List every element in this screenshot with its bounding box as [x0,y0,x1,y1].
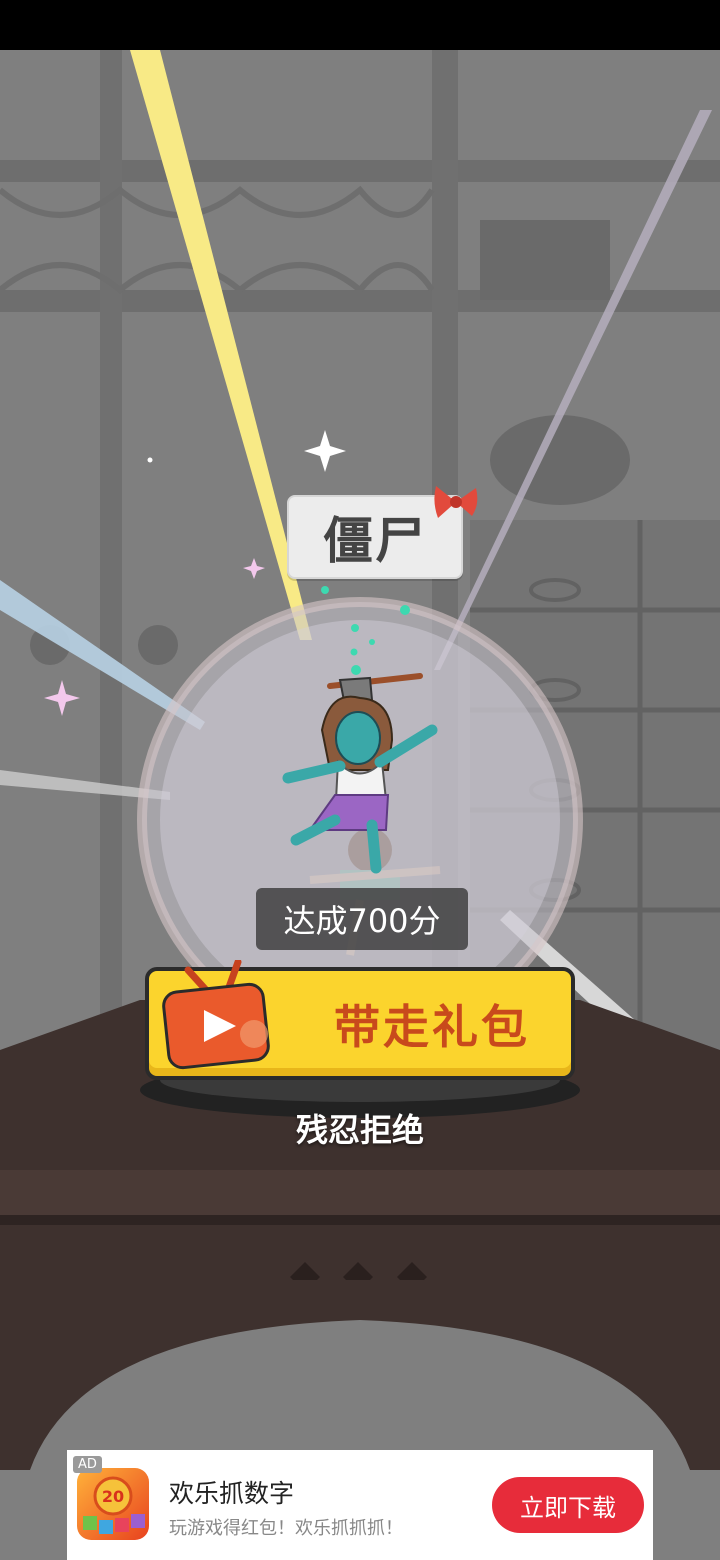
reject-button[interactable]: 残忍拒绝 [260,1105,460,1151]
download-button[interactable]: 立即下载 [492,1477,644,1533]
app-icon-number: 20 [102,1487,124,1506]
take-gift-label: 带走礼包 [334,1000,530,1054]
character-title: 僵尸 [323,512,427,570]
ad-title: 欢乐抓数字 [169,1479,295,1508]
score-text: 达成700分 [283,902,441,940]
bow-icon [434,486,478,518]
app-icon[interactable]: 20 [77,1468,149,1540]
ad-badge: AD [73,1456,102,1473]
status-bar [0,0,720,50]
scene-background [0,50,720,1560]
ad-subtitle: 玩游戏得红包！欢乐抓抓抓！ [169,1518,403,1539]
game-scene [0,50,720,1560]
score-badge: 达成700分 [256,888,468,950]
game-screen: 僵尸 达成700分 带走礼包 残忍拒绝 AD 20 欢乐抓数字 玩游戏得红包！欢… [0,0,720,1560]
ad-banner[interactable]: AD 20 欢乐抓数字 玩游戏得红包！欢乐抓抓抓！ 立即下载 [67,1450,653,1560]
tv-play-icon [162,960,270,1070]
